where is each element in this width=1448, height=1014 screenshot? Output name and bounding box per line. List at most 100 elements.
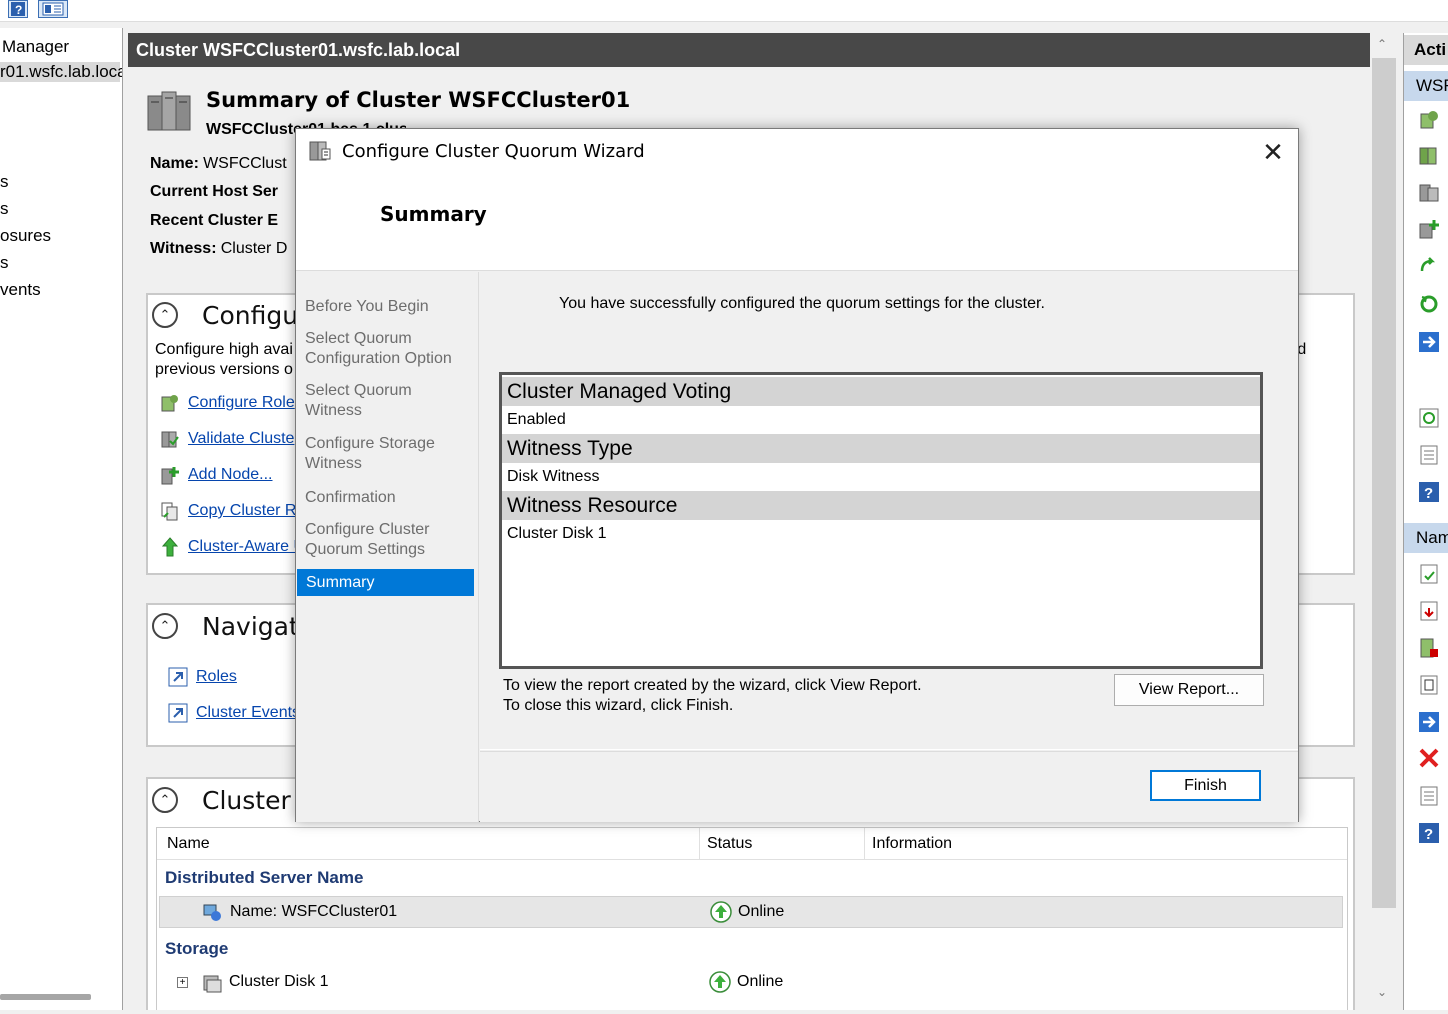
resource-name: Cluster Disk 1 [229,973,329,990]
top-toolbar: ? [0,0,1448,22]
resource-status: Online [738,903,785,920]
add-node-action-icon[interactable] [1418,181,1440,203]
witness-row: Witness: Cluster D [150,240,287,258]
tree-item-roles[interactable]: s [0,172,9,192]
validate-cluster-link[interactable]: Validate Cluste [188,430,294,448]
close-icon[interactable]: ✕ [1258,137,1288,167]
scroll-down-icon[interactable]: ⌄ [1377,985,1387,999]
actions-pane: Acti WSF ? Nam ? [1403,33,1448,1010]
resource-properties-action-icon[interactable] [1418,785,1440,807]
simulate-failure-action-icon[interactable] [1418,637,1440,659]
collapse-configure-icon[interactable]: ⌃ [152,302,178,328]
report-heading-voting: Cluster Managed Voting [502,377,1260,406]
summary-heading: Summary of Cluster WSFCCluster01 [206,88,631,112]
tree-item-enclosures[interactable]: osures [0,226,51,246]
report-value-voting: Enabled [507,411,566,428]
tree-item-cluster[interactable]: r01.wsfc.lab.loca [0,62,122,82]
cluster-aware-updating-icon [160,537,180,557]
dialog-title: Configure Cluster Quorum Wizard [342,141,645,162]
report-heading-witness-type: Witness Type [502,434,1260,463]
tree-item-manager[interactable]: Manager [2,37,69,57]
step-configure-storage-witness-line2[interactable]: Witness [305,454,362,474]
navigation-tree: Manager r01.wsfc.lab.loca s s osures s v… [0,28,123,1010]
network-name-icon [202,902,222,922]
refresh-action-icon[interactable] [1418,293,1440,315]
column-status[interactable]: Status [707,835,752,853]
more-actions-icon[interactable] [1418,711,1440,733]
tree-item-networks[interactable]: s [0,253,9,273]
report-value-witness-type: Disk Witness [507,468,600,485]
actions-section-cluster[interactable]: WSF [1404,71,1448,101]
step-configure-cluster-quorum-line2[interactable]: Quorum Settings [305,540,425,560]
finish-button[interactable]: Finish [1150,770,1261,801]
tree-item-nodes[interactable]: s [0,199,9,219]
collapse-cluster-core-icon[interactable]: ⌃ [152,787,178,813]
remove-action-icon[interactable] [1418,747,1440,769]
column-information[interactable]: Information [872,835,952,853]
recent-events-label: Recent Cluster E [150,212,279,229]
resources-table: Name Status Information Distributed Serv… [156,827,1348,1010]
expand-icon[interactable]: + [177,977,188,988]
step-configure-storage-witness-line1[interactable]: Configure Storage [305,434,435,454]
take-offline-action-icon[interactable] [1418,600,1440,622]
step-confirmation[interactable]: Confirmation [305,488,396,508]
roles-link[interactable]: Roles [196,668,237,686]
column-divider [699,828,700,860]
help-icon[interactable]: ? [8,0,28,18]
quorum-wizard-dialog: Configure Cluster Quorum Wizard ✕ Summar… [295,128,1299,822]
configure-desc-1: Configure high avai [155,341,293,358]
tree-horizontal-scrollbar[interactable] [0,994,91,1000]
wizard-steps: Before You Begin Select Quorum Configura… [296,272,479,822]
dependency-action-icon[interactable] [1418,674,1440,696]
center-title-bar: Cluster WSFCCluster01.wsfc.lab.local [128,33,1370,67]
disk-icon [201,972,223,994]
step-summary[interactable]: Summary [297,569,474,596]
online-status-icon [709,971,731,993]
name-value: WSFCClust [203,155,287,172]
cluster-events-link[interactable]: Cluster Events [196,704,300,722]
configure-role-action-icon[interactable] [1418,109,1440,131]
view-report-button[interactable]: View Report... [1114,674,1264,706]
actions-section-name[interactable]: Nam [1404,523,1448,553]
collapse-navigate-icon[interactable]: ⌃ [152,613,178,639]
table-row[interactable]: Name: WSFCCluster01 Online [159,896,1343,928]
svg-text:?: ? [15,3,22,16]
bring-online-action-icon[interactable] [1418,563,1440,585]
add-action-icon[interactable] [1418,218,1440,240]
wizard-page-title: Summary [380,202,487,226]
cluster-aware-updating-link[interactable]: Cluster-Aware U [188,538,305,556]
refresh-page-action-icon[interactable] [1418,407,1440,429]
current-host-label: Current Host Ser [150,183,279,200]
properties-action-icon[interactable] [1418,444,1440,466]
configure-desc-2: previous versions o [155,361,293,378]
wizard-app-icon [308,139,332,163]
svg-text:?: ? [1424,485,1433,502]
scroll-up-icon[interactable]: ⌃ [1377,37,1387,51]
tree-item-events[interactable]: vents [0,280,41,300]
show-hide-icon[interactable] [38,0,68,18]
copy-cluster-roles-link[interactable]: Copy Cluster R [188,502,296,520]
step-configure-cluster-quorum-line1[interactable]: Configure Cluster [305,520,430,540]
table-header: Name Status Information [157,828,1347,860]
step-select-quorum-option-line2[interactable]: Configuration Option [305,349,452,369]
scrollbar-thumb[interactable] [1372,58,1396,908]
step-before-you-begin[interactable]: Before You Begin [305,297,429,317]
report-value-witness-resource: Cluster Disk 1 [507,525,607,542]
roles-shortcut-icon [168,667,188,687]
help-action-icon[interactable]: ? [1418,481,1440,503]
add-node-link[interactable]: Add Node... [188,466,273,484]
table-row[interactable]: + Cluster Disk 1 Online [159,967,1343,999]
step-select-quorum-option-line1[interactable]: Select Quorum [305,329,412,349]
move-action-icon[interactable] [1418,255,1440,277]
online-status-icon [710,901,732,923]
validate-cluster-action-icon[interactable] [1418,145,1440,167]
name-row: Name: WSFCClust [150,155,287,173]
configure-role-link[interactable]: Configure Role [188,394,295,412]
column-name[interactable]: Name [167,835,210,853]
summary-report: Cluster Managed Voting Enabled Witness T… [499,372,1263,669]
step-select-quorum-witness-line1[interactable]: Select Quorum [305,381,412,401]
dialog-title-bar: Configure Cluster Quorum Wizard ✕ [296,129,1298,175]
step-select-quorum-witness-line2[interactable]: Witness [305,401,362,421]
resource-help-action-icon[interactable]: ? [1418,822,1440,844]
arrow-right-action-icon[interactable] [1418,331,1440,353]
